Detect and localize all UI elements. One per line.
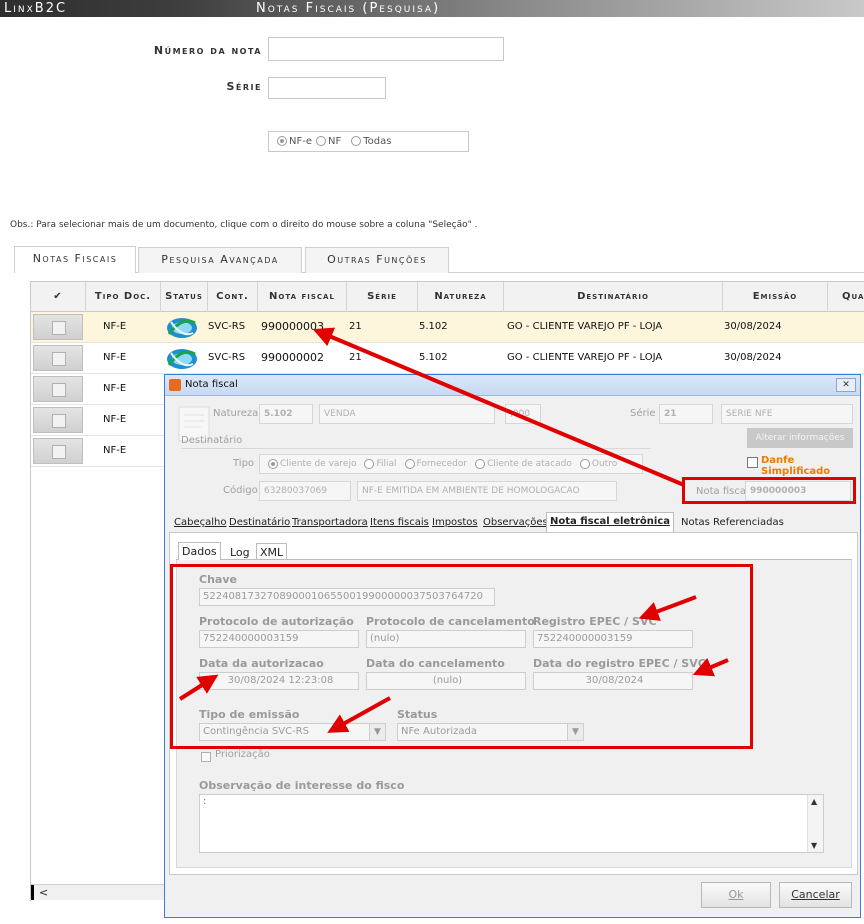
annotation-arrows xyxy=(178,327,729,733)
